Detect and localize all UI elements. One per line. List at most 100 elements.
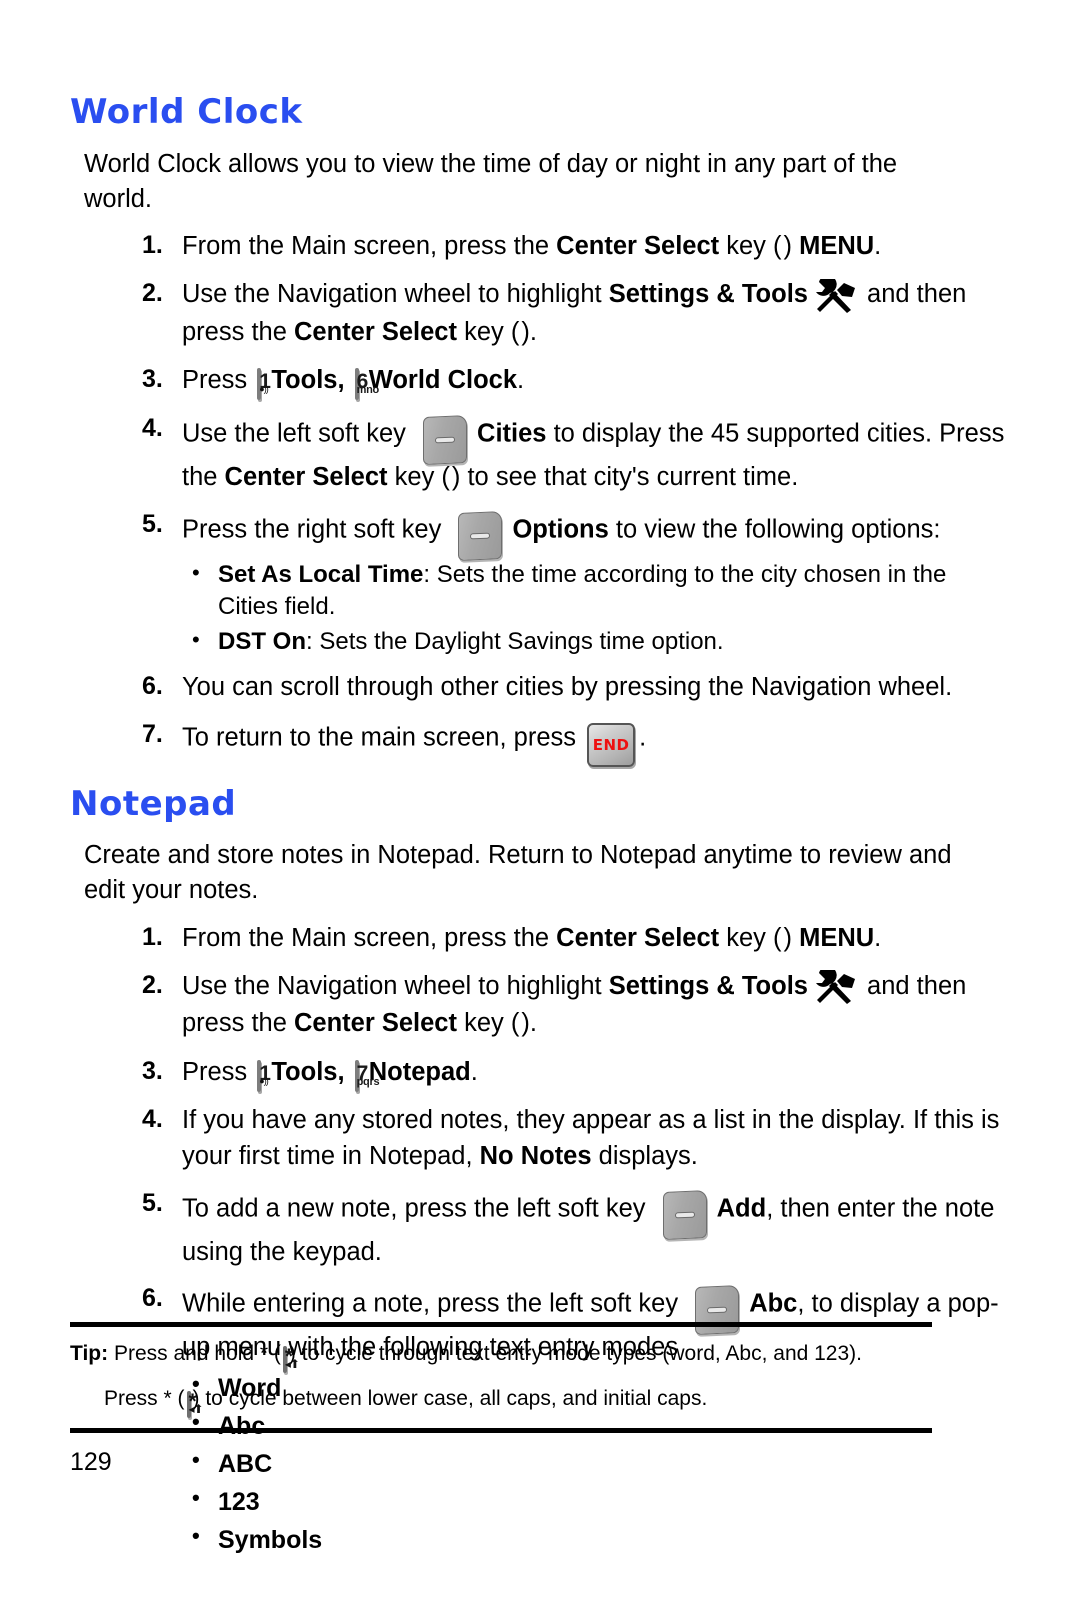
step-text-emphasis: Tools, [264, 366, 352, 395]
step-text-emphasis: Abc [749, 1289, 798, 1318]
soft-key-glyph [458, 510, 503, 561]
option-description: : Sets the Daylight Savings time option. [306, 628, 724, 656]
step-text: Use the Navigation wheel to highlight [182, 971, 609, 1000]
step-item: 2. Use the Navigation wheel to highlight … [70, 966, 1010, 1043]
center-select-key-icon [782, 921, 784, 957]
step-text-emphasis: Center Select [556, 923, 720, 952]
option-name: Set As Local Time [218, 560, 424, 588]
soft-key-dash [674, 1211, 695, 1218]
step-text: ). [521, 317, 537, 346]
step-text: ) [783, 923, 800, 952]
step-number: 6. [142, 1283, 163, 1312]
step-text-emphasis: MENU [799, 923, 875, 952]
keypad-key-glyph: 1 ●)) [257, 1059, 271, 1092]
step-text: key ( [387, 462, 450, 491]
tip-line-2: Press * (* ◂⬆) to cycle between lower cas… [70, 1385, 1010, 1418]
step-item: 1. From the Main screen, press the Center… [70, 228, 1010, 265]
center-select-key-icon [450, 460, 452, 496]
center-select-key-icon [519, 315, 521, 351]
step-number: 4. [142, 413, 163, 442]
step-text-emphasis: Center Select [556, 232, 720, 261]
step-text: ) [783, 232, 800, 261]
star-key-icon: * ◂⬆ [186, 1389, 204, 1418]
step-number: 5. [142, 1188, 163, 1217]
step-text: To return to the main screen, press [182, 723, 584, 752]
left-soft-key-icon [413, 411, 477, 465]
step-text: From the Main screen, press the [182, 232, 557, 261]
tip-block: Tip: Press and hold * (* ◂⬆) to cycle thr… [70, 1322, 1010, 1434]
step-text: Use the Navigation wheel to highlight [182, 280, 609, 309]
step-item: 1. From the Main screen, press the Center… [70, 920, 1010, 957]
step-item: 3. Press 1 ●)) Tools, 6 mno World Clock. [70, 362, 1010, 401]
step-text: displays. [591, 1142, 698, 1171]
step-item: 2. Use the Navigation wheel to highlight … [70, 275, 1010, 351]
step-text: to view the following options: [608, 515, 941, 544]
soft-key-glyph [662, 1189, 707, 1240]
step-number: 5. [142, 509, 163, 538]
step-text: . [470, 1057, 478, 1086]
tip-rule-top [70, 1322, 932, 1327]
soft-key-dash [470, 532, 491, 540]
tip-line-1-after: ) to cycle through text entry mode types… [288, 1342, 862, 1365]
step-item: 7. To return to the main screen, press EN… [70, 717, 1010, 767]
hammer-wrench-icon [811, 966, 857, 1005]
step-text-emphasis: Center Select [293, 317, 457, 346]
star-key-icon: * ◂⬆ [282, 1345, 300, 1374]
tip-line-1: Tip: Press and hold * (* ◂⬆) to cycle thr… [70, 1340, 1010, 1374]
step-text: ) to see that city's current time. [451, 462, 799, 491]
step-number: 2. [142, 279, 163, 308]
step-text-emphasis: Options [512, 515, 609, 544]
step-text-emphasis: MENU [799, 232, 875, 261]
step-text: Press [182, 1057, 255, 1086]
document-page: World Clock World Clock allows you to vi… [0, 0, 1080, 1620]
step-number: 3. [142, 365, 163, 394]
step-text-emphasis: No Notes [479, 1142, 592, 1171]
end-key-icon: END [583, 717, 639, 767]
tip-line-1-before: Press and hold * ( [108, 1342, 281, 1365]
step-text: key ( [456, 1009, 520, 1038]
soft-key-glyph [423, 414, 468, 465]
step-text: From the Main screen, press the [182, 923, 557, 952]
step-text: key ( [456, 317, 520, 346]
step-text: key ( [719, 923, 782, 952]
step-text: Press the right soft key [182, 515, 449, 544]
step-item: 4. Use the left soft key Cities to displa… [70, 411, 1010, 496]
option-list-item: DST On: Sets the Daylight Savings time o… [182, 625, 1010, 658]
soft-key-dash [435, 436, 456, 443]
step-item: 5. Press the right soft key Options to vi… [70, 507, 1010, 658]
keypad-key-glyph: 7 pqrs [354, 1059, 380, 1092]
step-text-emphasis: Settings & Tools [608, 971, 808, 1000]
step-text: ). [521, 1009, 537, 1038]
text-entry-mode-item: Symbols [182, 1521, 1010, 1557]
step-item: 5. To add a new note, press the left soft… [70, 1186, 1010, 1270]
step-text-emphasis: Settings & Tools [608, 280, 808, 309]
step-text: While entering a note, press the left so… [182, 1289, 686, 1318]
page-number: 129 [70, 1448, 112, 1476]
keypad-key-glyph: 1 ●)) [257, 368, 271, 401]
settings-tools-icon [808, 275, 860, 314]
steps-list-world-clock: 1. From the Main screen, press the Center… [70, 228, 1010, 767]
tip-line-2-after: ) to cycle between lower case, all caps,… [192, 1386, 708, 1410]
right-soft-key-icon [448, 507, 512, 561]
intro-paragraph-notepad: Create and store notes in Notepad. Retur… [84, 841, 952, 905]
step-number: 1. [142, 231, 163, 260]
step-item: 4. If you have any stored notes, they app… [70, 1102, 1010, 1174]
keypad-key-glyph: 6 mno [354, 368, 379, 401]
text-entry-mode-item: ABC [182, 1445, 1010, 1481]
option-list-item: Set As Local Time: Sets the time accordi… [182, 558, 1010, 623]
soft-key-dash [707, 1306, 728, 1314]
step-text: . [874, 232, 882, 261]
step-item: 6. You can scroll through other cities by… [70, 669, 1010, 705]
option-name: DST On [218, 628, 306, 656]
step-text: Press [182, 366, 255, 395]
center-select-key-icon [782, 229, 784, 265]
key-1-icon: 1 ●)) [254, 1055, 271, 1092]
step-text-emphasis: World Clock [361, 366, 518, 395]
intro-paragraph-world-clock: World Clock allows you to view the time … [84, 149, 898, 213]
step-number: 3. [142, 1056, 163, 1085]
step-number: 4. [142, 1105, 163, 1134]
step-text-emphasis: Cities [477, 419, 547, 448]
key-6-mno-icon: 6 mno [352, 363, 379, 401]
step-number: 2. [142, 970, 163, 999]
step-item: 3. Press 1 ●)) Tools, 7 pqrs Notepad. [70, 1054, 1010, 1092]
